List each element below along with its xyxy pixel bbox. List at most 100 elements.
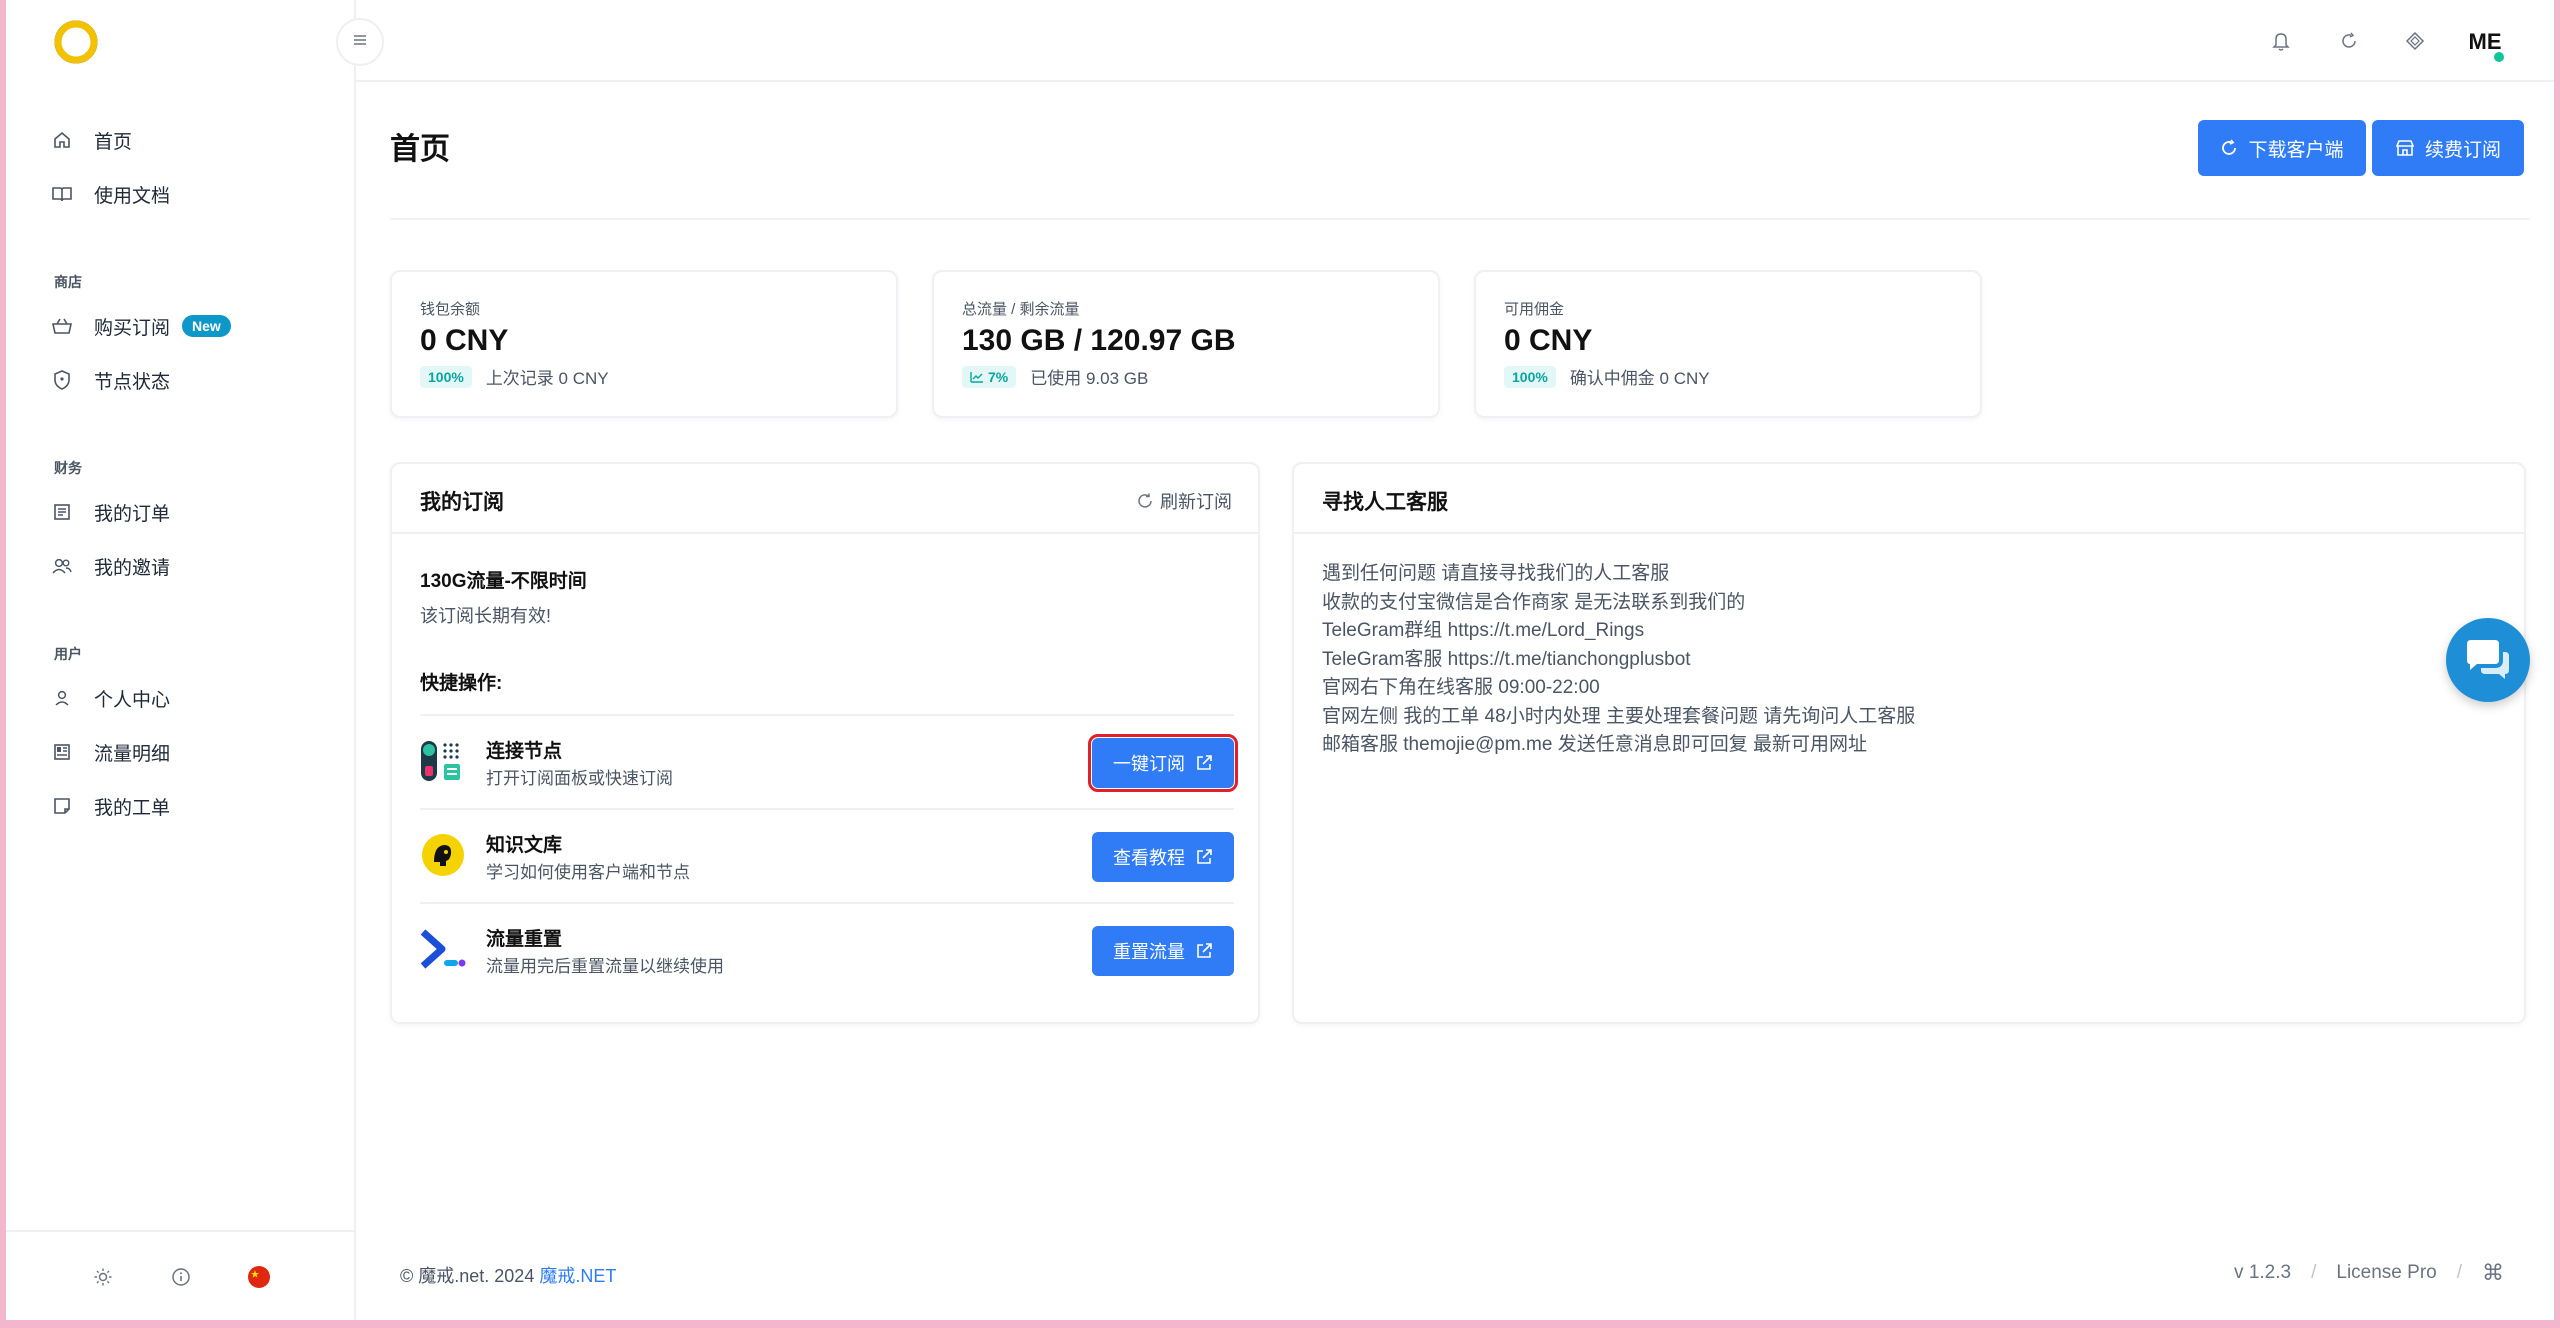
one-click-subscribe-button[interactable]: 一键订阅 [1088, 734, 1238, 792]
sidebar-item-label: 个人中心 [94, 689, 171, 711]
ticket-icon [50, 794, 74, 818]
refresh-subscription-button[interactable]: 刷新订阅 [1136, 488, 1232, 514]
sun-icon[interactable] [90, 1264, 116, 1290]
action-title: 知识文库 [486, 835, 563, 856]
traffic-card: 总流量 / 剩余流量 130 GB / 120.97 GB 7% 已使用 9.0… [932, 270, 1440, 418]
order-list-icon [50, 500, 74, 524]
online-status-dot [2492, 50, 2506, 64]
sidebar-item-label: 流量明细 [94, 743, 171, 765]
brand-link[interactable]: 魔戒.NET [539, 1266, 616, 1286]
logo[interactable] [50, 16, 102, 68]
panel-header: 我的订阅 刷新订阅 [392, 464, 1258, 534]
bell-icon[interactable] [2266, 26, 2296, 56]
external-link-icon [1195, 848, 1213, 866]
chat-bubble-icon [2463, 638, 2513, 682]
new-badge: New [182, 315, 231, 337]
panel-header: 寻找人工客服 [1294, 464, 2524, 534]
sidebar-toggle-button[interactable] [336, 18, 384, 66]
stat-value: 130 GB / 120.97 GB [962, 324, 1236, 357]
refresh-window-icon[interactable] [2334, 26, 2364, 56]
stat-label: 总流量 / 剩余流量 [962, 301, 1080, 318]
plan-description: 该订阅长期有效! [420, 606, 552, 626]
sidebar-item-tickets[interactable]: 我的工单 [50, 786, 340, 826]
group-title-shop: 商店 [54, 274, 82, 290]
panel-title: 寻找人工客服 [1322, 491, 1448, 514]
support-line: 收款的支付宝微信是合作商家 是无法联系到我们的 [1322, 591, 1746, 613]
page-title: 首页 [390, 133, 450, 166]
trend-up-icon [970, 371, 984, 383]
copyright-text: © 魔戒.net. 2024 [400, 1266, 535, 1286]
sidebar-item-label: 首页 [94, 131, 133, 153]
connect-nodes-icon [420, 738, 466, 784]
quick-action-reset: 流量重置 流量用完后重置流量以继续使用 重置流量 [420, 902, 1234, 996]
sidebar-footer [6, 1230, 356, 1320]
quick-actions-title: 快捷操作: [420, 673, 503, 694]
external-link-icon [1195, 754, 1213, 772]
stat-label: 钱包余额 [420, 301, 481, 318]
button-label: 查看教程 [1113, 848, 1185, 868]
home-icon [50, 128, 74, 152]
divider [390, 218, 2530, 220]
stat-sub-text: 已使用 9.03 GB [1030, 369, 1149, 388]
group-title-user: 用户 [54, 646, 82, 662]
diamond-icon[interactable] [2400, 26, 2430, 56]
avatar[interactable]: ME [2462, 22, 2508, 64]
sidebar-item-invites[interactable]: 我的邀请 [50, 546, 340, 586]
basket-icon [50, 314, 74, 338]
sidebar-item-label: 我的工单 [94, 797, 171, 819]
sidebar-item-home[interactable]: 首页 [50, 120, 340, 160]
sidebar-item-node-status[interactable]: 节点状态 [50, 360, 340, 400]
sidebar-item-label: 我的订单 [94, 503, 171, 525]
percent-badge-text: 7% [988, 368, 1009, 385]
stat-sub-text: 确认中佣金 0 CNY [1569, 369, 1710, 388]
sidebar-item-buy[interactable]: 购买订阅 New [50, 306, 340, 346]
view-tutorial-button[interactable]: 查看教程 [1092, 832, 1234, 882]
footer-meta: v 1.2.3 / License Pro / ⌘ [2234, 1260, 2504, 1286]
version-label: v 1.2.3 [2234, 1262, 2292, 1283]
sidebar-item-docs[interactable]: 使用文档 [50, 174, 340, 214]
separator: / [2456, 1262, 2462, 1283]
action-title: 流量重置 [486, 929, 563, 950]
book-icon [50, 182, 74, 206]
download-client-button[interactable]: 下载客户端 [2198, 120, 2366, 176]
china-flag-icon[interactable] [246, 1264, 272, 1290]
percent-badge: 100% [1504, 365, 1556, 388]
command-icon[interactable]: ⌘ [2482, 1260, 2504, 1286]
shield-icon [50, 368, 74, 392]
menu-icon [352, 33, 368, 52]
support-line: TeleGram客服 https://t.me/tianchongplusbot [1322, 648, 1691, 670]
knowledge-base-icon [420, 832, 466, 878]
sidebar-item-label: 购买订阅 [94, 317, 171, 339]
license-label: License Pro [2336, 1262, 2437, 1283]
sidebar-item-orders[interactable]: 我的订单 [50, 492, 340, 532]
renew-subscription-button[interactable]: 续费订阅 [2372, 120, 2524, 176]
stat-value: 0 CNY [420, 324, 509, 357]
traffic-reset-icon [420, 926, 466, 972]
renew-subscription-label: 续费订阅 [2424, 139, 2501, 161]
customer-support-panel: 寻找人工客服 遇到任何问题 请直接寻找我们的人工客服 收款的支付宝微信是合作商家… [1292, 462, 2526, 1024]
info-icon[interactable] [168, 1264, 194, 1290]
refresh-icon [1136, 492, 1154, 510]
refresh-icon [2220, 139, 2238, 157]
sidebar-item-traffic[interactable]: 流量明细 [50, 732, 340, 772]
sidebar: 首页 使用文档 商店 购买订阅 New 节点状态 财务 我的订单 我的邀请 用户… [6, 0, 356, 1320]
support-line: 邮箱客服 themojie@pm.me 发送任意消息即可回复 最新可用网址 [1322, 734, 1868, 755]
quick-action-knowledge: 知识文库 学习如何使用客户端和节点 查看教程 [420, 808, 1234, 902]
commission-card: 可用佣金 0 CNY 100% 确认中佣金 0 CNY [1474, 270, 1982, 418]
external-link-icon [1195, 942, 1213, 960]
app-window: 首页 使用文档 商店 购买订阅 New 节点状态 财务 我的订单 我的邀请 用户… [6, 0, 2554, 1320]
separator: / [2311, 1262, 2317, 1283]
support-line: TeleGram群组 https://t.me/Lord_Rings [1322, 620, 1645, 641]
support-line: 官网右下角在线客服 09:00-22:00 [1322, 677, 1600, 698]
users-icon [50, 554, 74, 578]
download-client-label: 下载客户端 [2248, 139, 2344, 161]
button-label: 一键订阅 [1113, 754, 1185, 774]
sidebar-item-label: 使用文档 [94, 185, 171, 207]
sidebar-item-label: 节点状态 [94, 371, 171, 393]
sidebar-item-profile[interactable]: 个人中心 [50, 678, 340, 718]
wallet-balance-card: 钱包余额 0 CNY 100% 上次记录 0 CNY [390, 270, 898, 418]
reset-traffic-button[interactable]: 重置流量 [1092, 926, 1234, 976]
button-label: 重置流量 [1113, 942, 1185, 962]
live-chat-button[interactable] [2446, 618, 2530, 702]
plan-name: 130G流量-不限时间 [420, 571, 587, 592]
